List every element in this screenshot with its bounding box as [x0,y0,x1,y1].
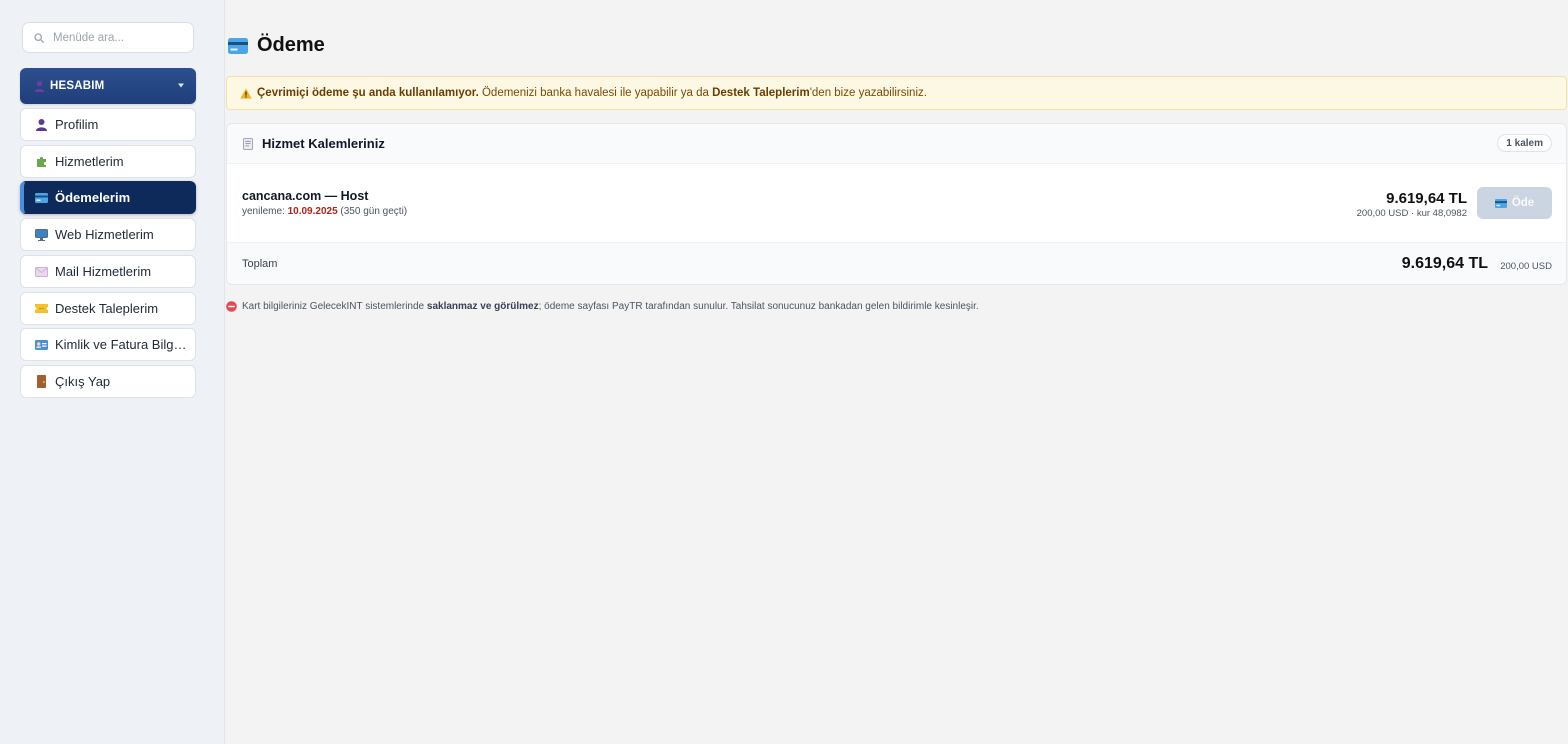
total-value: 9.619,64 TL [1401,255,1488,272]
user-icon [34,118,48,132]
sidebar-item-label: Hizmetlerim [55,154,124,169]
renewal-date: 10.09.2025 [287,206,338,217]
receipt-icon [243,137,253,150]
pay-button[interactable]: Öde [1477,187,1552,219]
warning-icon [240,87,252,99]
sidebar-item-web-hizmetlerim[interactable]: Web Hizmetlerim [20,218,196,251]
caret-down-icon [178,83,184,88]
sidebar-item-kimlik-fatura[interactable]: Kimlik ve Fatura Bilgileri [20,328,196,361]
sidebar-item-label: Profilim [55,117,99,132]
sidebar-item-profilim[interactable]: Profilim [20,108,196,141]
service-name: cancana.com — Host [242,189,369,203]
service-item-row: cancana.com — Host yenileme: 10.09.2025 … [227,164,1566,243]
sidebar-item-label: Kimlik ve Fatura Bilgileri [55,337,188,352]
puzzle-icon [34,155,48,169]
security-note: Kart bilgileriniz GelecekINT sistemlerin… [226,301,979,312]
support-tickets-link[interactable]: Destek Taleplerim [712,87,810,99]
app-root: HESABIM Profilim Hizmetlerim Ödemelerim [0,0,1568,744]
total-usd: 200,00 USD [1500,261,1552,272]
sidebar-item-mail-hizmetlerim[interactable]: Mail Hizmetlerim [20,255,196,288]
item-price-tl: 9.619,64 TL [1386,190,1467,207]
credit-card-icon [34,191,48,205]
id-card-icon [34,338,48,352]
door-icon [34,375,48,389]
alert-text: Ödemenizi banka havalesi ile yapabilir y… [478,87,713,99]
sidebar-item-label: Mail Hizmetlerim [55,264,152,279]
envelope-icon [34,265,48,279]
sidebar: HESABIM Profilim Hizmetlerim Ödemelerim [0,0,225,744]
renewal-prefix: yenileme: [242,206,288,217]
note-text: Kart bilgileriniz GelecekINT sistemlerin… [242,301,427,312]
alert-text-suffix: 'den bize yazabilirsiniz. [809,87,927,99]
sidebar-item-odemelerim[interactable]: Ödemelerim [20,181,196,214]
sidebar-item-cikis-yap[interactable]: Çıkış Yap [20,365,196,398]
note-strong-text: saklanmaz ve görülmez [426,301,539,312]
renewal-info: yenileme: 10.09.2025 (350 gün geçti) [242,206,407,217]
service-items-card: Hizmet Kalemleriniz 1 kalem cancana.com … [226,123,1567,285]
user-icon [34,80,45,92]
page-title-text: Ödeme [257,34,325,56]
search-icon [34,32,44,43]
menu-search[interactable] [22,22,194,53]
sidebar-item-label: Çıkış Yap [55,374,111,389]
item-price-detail: 200,00 USD · kur 48,0982 [1356,208,1467,219]
ticket-icon [34,302,48,316]
sidebar-item-label: Destek Taleplerim [55,301,159,316]
sidebar-item-label: Ödemelerim [55,190,131,205]
note-text-suffix: ; ödeme sayfası PayTR tarafından sunulur… [538,301,979,312]
alert-strong-text: Çevrimiçi ödeme şu anda kullanılamıyor. [257,87,479,99]
credit-card-icon [228,37,248,54]
sidebar-item-hizmetlerim[interactable]: Hizmetlerim [20,145,196,178]
card-title: Hizmet Kalemleriniz [262,136,385,151]
credit-card-icon [1494,198,1507,208]
pay-button-label: Öde [1511,197,1535,209]
main-content: Ödeme Çevrimiçi ödeme şu anda kullanılam… [225,0,1568,744]
no-entry-icon [226,301,237,312]
card-header: Hizmet Kalemleriniz 1 kalem [227,124,1566,164]
total-label: Toplam [242,258,278,270]
renewal-note: (350 gün geçti) [337,206,408,217]
monitor-icon [34,228,48,242]
sidebar-item-label: Web Hizmetlerim [55,227,154,242]
sidebar-item-destek-taleplerim[interactable]: Destek Taleplerim [20,292,196,325]
section-label: HESABIM [50,80,105,92]
item-count-badge: 1 kalem [1497,134,1552,152]
account-section-toggle[interactable]: HESABIM [20,68,196,104]
payment-unavailable-alert: Çevrimiçi ödeme şu anda kullanılamıyor. … [226,76,1567,110]
total-row: Toplam 9.619,64 TL 200,00 USD [227,243,1566,284]
search-input[interactable] [51,30,185,45]
page-title: Ödeme [228,34,325,57]
